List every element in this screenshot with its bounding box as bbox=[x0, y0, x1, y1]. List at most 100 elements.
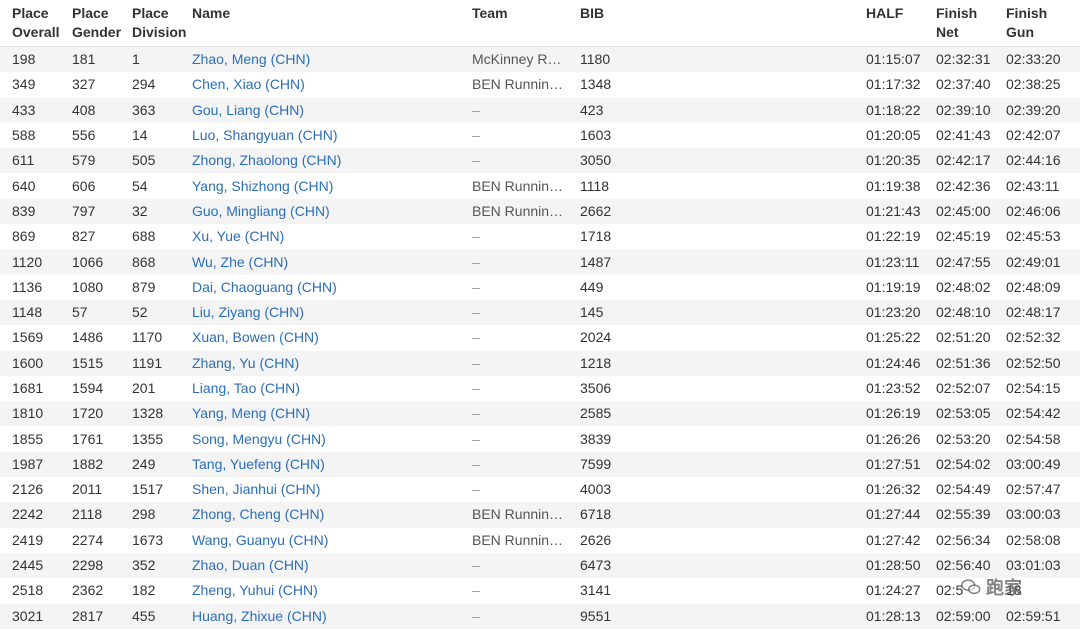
runner-name-link[interactable]: Liu, Ziyang (CHN) bbox=[192, 304, 304, 320]
cell-place-overall: 588 bbox=[12, 127, 36, 144]
cell-team: – bbox=[472, 101, 480, 118]
cell-finish-gun: 02:52:32 bbox=[1006, 329, 1061, 346]
cell-team: – bbox=[472, 152, 480, 169]
runner-name-link[interactable]: Xuan, Bowen (CHN) bbox=[192, 329, 319, 345]
cell-half: 01:27:44 bbox=[866, 506, 921, 523]
runner-name-link[interactable]: Yang, Shizhong (CHN) bbox=[192, 178, 333, 194]
cell-half: 01:15:07 bbox=[866, 51, 921, 68]
cell-team: BEN Running... bbox=[472, 177, 568, 194]
cell-place-overall: 2419 bbox=[12, 531, 44, 548]
cell-place-overall: 1855 bbox=[12, 430, 44, 447]
cell-finish-net: 02:45:00 bbox=[936, 202, 991, 219]
runner-name-link[interactable]: Zhang, Yu (CHN) bbox=[192, 355, 299, 371]
runner-name-link[interactable]: Xu, Yue (CHN) bbox=[192, 228, 284, 244]
table-row: 869 827 688 Xu, Yue (CHN) – 1718 01:22:19 02:45… bbox=[0, 224, 1080, 250]
cell-place-gender: 1080 bbox=[72, 278, 104, 295]
cell-finish-gun: 02:48:17 bbox=[1006, 304, 1061, 321]
cell-place-overall: 198 bbox=[12, 51, 36, 68]
cell-half: 01:25:22 bbox=[866, 329, 921, 346]
cell-bib: 9551 bbox=[580, 607, 612, 624]
header-finish-gun[interactable]: Finish Gun bbox=[994, 0, 1080, 47]
cell-bib: 4003 bbox=[580, 481, 612, 498]
runner-name-link[interactable]: Shen, Jianhui (CHN) bbox=[192, 481, 320, 497]
cell-place-overall: 2518 bbox=[12, 582, 44, 599]
header-place-overall[interactable]: Place Overall bbox=[0, 0, 60, 47]
cell-team: – bbox=[472, 253, 480, 270]
table-row: 433 408 363 Gou, Liang (CHN) – 423 01:18:22 02:… bbox=[0, 97, 1080, 123]
cell-finish-gun: 02:49:01 bbox=[1006, 253, 1061, 270]
cell-team: – bbox=[472, 329, 480, 346]
cell-place-overall: 839 bbox=[12, 202, 36, 219]
cell-half: 01:27:42 bbox=[866, 531, 921, 548]
cell-name: Guo, Mingliang (CHN) bbox=[180, 199, 460, 224]
runner-name-link[interactable]: Chen, Xiao (CHN) bbox=[192, 76, 305, 92]
cell-finish-net: 02:53:05 bbox=[936, 405, 991, 422]
cell-finish-gun: 02:54:42 bbox=[1006, 405, 1061, 422]
table-row: 1855 1761 1355 Song, Mengyu (CHN) – 3839 01:26… bbox=[0, 426, 1080, 452]
header-place-gender[interactable]: Place Gender bbox=[60, 0, 121, 47]
cell-bib: 1603 bbox=[580, 127, 612, 144]
header-finish-net[interactable]: Finish Net bbox=[924, 0, 994, 47]
runner-name-link[interactable]: Zhong, Zhaolong (CHN) bbox=[192, 152, 341, 168]
cell-name: Liang, Tao (CHN) bbox=[180, 376, 460, 401]
cell-team: – bbox=[472, 430, 480, 447]
cell-place-gender: 797 bbox=[72, 202, 96, 219]
cell-team: – bbox=[472, 304, 480, 321]
cell-half: 01:23:52 bbox=[866, 380, 921, 396]
header-place-division[interactable]: Place Division bbox=[120, 0, 186, 47]
runner-name-link[interactable]: Gou, Liang (CHN) bbox=[192, 102, 304, 118]
cell-place-division: 352 bbox=[132, 557, 156, 574]
cell-team: – bbox=[472, 380, 480, 396]
runner-name-link[interactable]: Tang, Yuefeng (CHN) bbox=[192, 456, 325, 472]
cell-half: 01:26:32 bbox=[866, 481, 921, 498]
cell-bib: 1118 bbox=[580, 177, 610, 194]
cell-place-overall: 1569 bbox=[12, 329, 44, 346]
cell-bib: 423 bbox=[580, 101, 604, 118]
cell-finish-net: 02:56:34 bbox=[936, 531, 991, 548]
cell-place-division: 868 bbox=[132, 253, 156, 270]
runner-name-link[interactable]: Wu, Zhe (CHN) bbox=[192, 254, 288, 270]
header-team[interactable]: Team bbox=[460, 0, 568, 47]
runner-name-link[interactable]: Liang, Tao (CHN) bbox=[192, 380, 300, 396]
cell-place-overall: 2445 bbox=[12, 557, 44, 574]
cell-half: 01:26:26 bbox=[866, 430, 921, 447]
runner-name-link[interactable]: Huang, Zhixue (CHN) bbox=[192, 608, 327, 624]
cell-place-division: 298 bbox=[132, 506, 156, 523]
runner-name-link[interactable]: Zhong, Cheng (CHN) bbox=[192, 506, 324, 522]
cell-finish-gun: 02:46:06 bbox=[1006, 202, 1061, 219]
cell-place-gender: 1882 bbox=[72, 455, 104, 472]
runner-name-link[interactable]: Wang, Guanyu (CHN) bbox=[192, 532, 328, 548]
cell-finish-gun: 02:33:20 bbox=[1006, 51, 1061, 68]
cell-half: 01:19:38 bbox=[866, 177, 921, 194]
header-bib[interactable]: BIB bbox=[568, 0, 854, 47]
cell-name: Zhao, Meng (CHN) bbox=[180, 47, 460, 73]
cell-finish-net: 02:51:20 bbox=[936, 329, 991, 346]
cell-bib: 1348 bbox=[580, 76, 612, 93]
runner-name-link[interactable]: Luo, Shangyuan (CHN) bbox=[192, 127, 338, 143]
cell-finish-net: 02:52:07 bbox=[936, 380, 991, 396]
runner-name-link[interactable]: Yang, Meng (CHN) bbox=[192, 405, 310, 421]
cell-place-overall: 2126 bbox=[12, 481, 44, 498]
cell-bib: 2585 bbox=[580, 405, 612, 422]
cell-team: BEN Running... bbox=[472, 202, 568, 219]
cell-team: McKinney Running... bbox=[472, 51, 568, 68]
runner-name-link[interactable]: Song, Mengyu (CHN) bbox=[192, 431, 326, 447]
cell-name: Zheng, Yuhui (CHN) bbox=[180, 578, 460, 603]
cell-name: Xu, Yue (CHN) bbox=[180, 224, 460, 249]
table-row: 1148 57 52 Liu, Ziyang (CHN) – 145 01:23:20 02:… bbox=[0, 299, 1080, 326]
header-name[interactable]: Name bbox=[180, 0, 460, 47]
cell-place-gender: 579 bbox=[72, 152, 96, 169]
cell-place-gender: 327 bbox=[72, 76, 96, 93]
cell-place-overall: 1810 bbox=[12, 405, 44, 422]
cell-name: Song, Mengyu (CHN) bbox=[180, 426, 460, 451]
runner-name-link[interactable]: Zhao, Meng (CHN) bbox=[192, 51, 310, 67]
cell-finish-net: 02:47:55 bbox=[936, 253, 991, 270]
cell-half: 01:28:50 bbox=[866, 557, 921, 574]
runner-name-link[interactable]: Guo, Mingliang (CHN) bbox=[192, 203, 330, 219]
cell-finish-net: 02:39:10 bbox=[936, 101, 991, 118]
runner-name-link[interactable]: Dai, Chaoguang (CHN) bbox=[192, 279, 337, 295]
header-half[interactable]: HALF bbox=[854, 0, 924, 47]
cell-team: – bbox=[472, 607, 480, 624]
runner-name-link[interactable]: Zhao, Duan (CHN) bbox=[192, 557, 309, 573]
runner-name-link[interactable]: Zheng, Yuhui (CHN) bbox=[192, 582, 318, 598]
